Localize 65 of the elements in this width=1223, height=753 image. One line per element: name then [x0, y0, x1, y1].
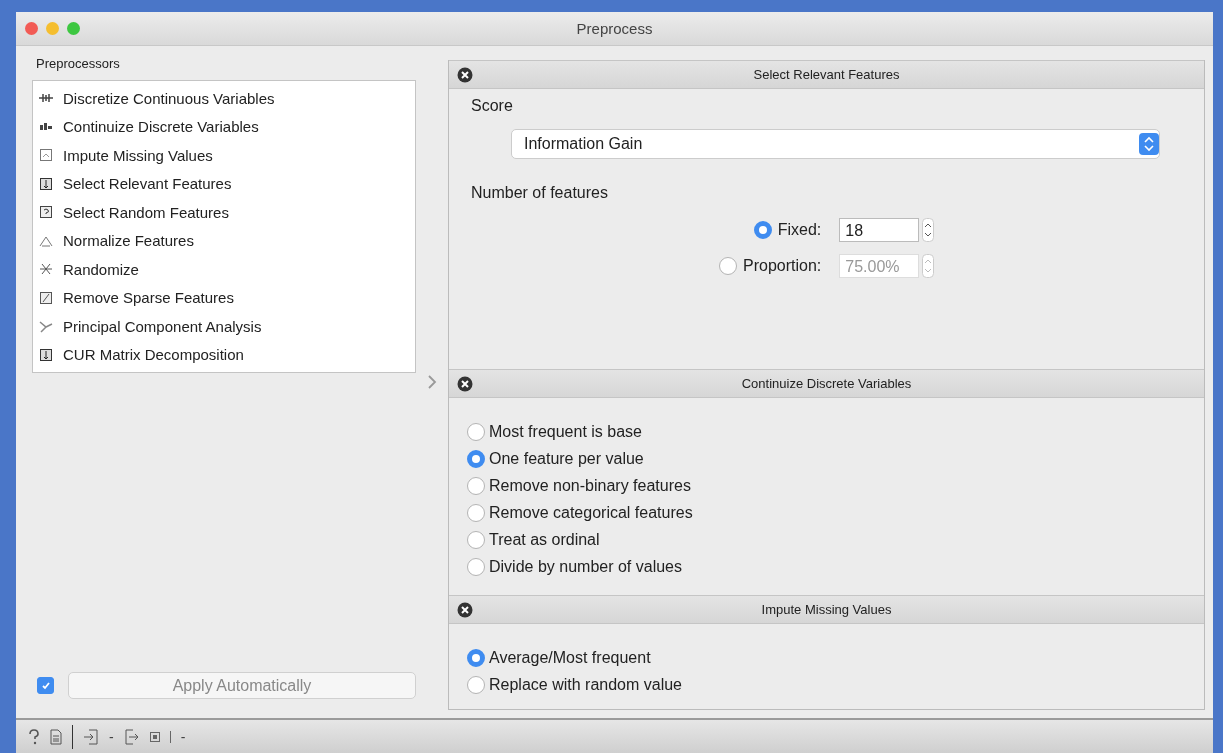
radio-label: Fixed: — [777, 221, 822, 239]
preprocessor-icon — [39, 205, 53, 220]
close-icon — [457, 601, 473, 618]
radio-label: One feature per value — [489, 449, 644, 468]
list-item[interactable]: Select Random Features — [63, 203, 229, 221]
radio-label: Average/Most frequent — [489, 648, 651, 667]
section-title: Impute Missing Values — [761, 602, 892, 617]
number-field[interactable]: 18 — [839, 218, 920, 242]
radio-button[interactable] — [719, 257, 737, 275]
radio-button[interactable] — [467, 675, 485, 694]
preprocessor-icon — [39, 262, 53, 277]
list-item[interactable]: Normalize Features — [63, 232, 194, 250]
checkbox[interactable] — [37, 677, 54, 694]
close-icon — [457, 375, 473, 392]
radio-button[interactable] — [467, 648, 485, 667]
section-title: Continuize Discrete Variables — [741, 376, 912, 391]
radio-button[interactable] — [467, 503, 485, 522]
radio-button[interactable] — [467, 476, 485, 495]
input-count: - — [109, 728, 114, 745]
zoom-button[interactable] — [67, 22, 80, 35]
radio-label: Replace with random value — [489, 675, 682, 694]
preprocessor-icon — [39, 148, 53, 163]
radio-button[interactable] — [467, 530, 485, 549]
list-item[interactable]: CUR Matrix Decomposition — [63, 346, 244, 364]
list-item[interactable]: Continuize Discrete Variables — [63, 118, 259, 136]
preprocessor-icon — [39, 347, 53, 362]
help-icon — [28, 728, 40, 745]
updown-icon — [1139, 133, 1159, 155]
radio-label: Remove non-binary features — [489, 476, 691, 495]
radio-button[interactable] — [753, 221, 772, 239]
list-item[interactable]: Remove Sparse Features — [63, 289, 234, 307]
radio-button[interactable] — [467, 422, 485, 441]
radio-label: Remove categorical features — [489, 503, 693, 522]
chevron-icon — [427, 374, 437, 390]
list-item[interactable]: Randomize — [63, 260, 139, 278]
field-label: Number of features — [471, 184, 609, 202]
radio-label: Most frequent is base — [489, 422, 642, 441]
list-item[interactable]: Principal Component Analysis — [63, 317, 262, 335]
input-icon — [83, 728, 99, 745]
preprocessor-icon — [39, 319, 53, 334]
preview-icon — [149, 731, 160, 742]
panel-title: Preprocessors — [36, 56, 121, 71]
radio-button[interactable] — [467, 557, 485, 576]
radio-label: Proportion: — [743, 257, 822, 275]
close-button[interactable] — [25, 22, 38, 35]
document-icon — [50, 728, 62, 745]
list-item[interactable]: Impute Missing Values — [63, 146, 213, 164]
window-title: Preprocess — [576, 20, 653, 37]
radio-label: Treat as ordinal — [489, 530, 600, 549]
output-icon — [123, 728, 140, 745]
minimize-button[interactable] — [46, 22, 59, 35]
section-title: Select Relevant Features — [753, 67, 900, 82]
checkmark-icon — [40, 680, 51, 691]
stepper-icon — [922, 254, 935, 278]
preprocessor-icon — [39, 290, 53, 305]
score-dropdown[interactable]: Information Gain — [511, 129, 1160, 159]
stepper-icon — [922, 218, 935, 242]
list-item[interactable]: Select Relevant Features — [63, 175, 232, 193]
radio-label: Divide by number of values — [489, 557, 682, 576]
radio-button[interactable] — [467, 449, 485, 468]
list-item[interactable]: Discretize Continuous Variables — [63, 89, 275, 107]
close-icon — [457, 66, 473, 83]
field-label: Score — [471, 97, 514, 115]
preprocessor-icon — [39, 176, 53, 191]
output-count: - — [180, 728, 186, 745]
